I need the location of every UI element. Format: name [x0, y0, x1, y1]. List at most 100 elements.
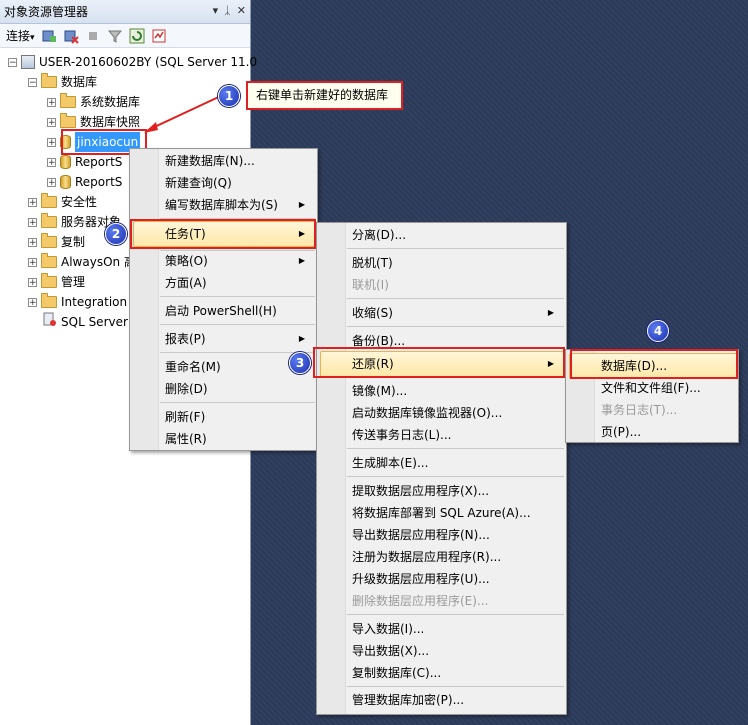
database-icon — [60, 175, 71, 189]
panel-toolbar: 连接▾ — [0, 24, 250, 48]
dropdown-icon[interactable]: ▾ — [213, 4, 219, 17]
sql-agent-icon — [41, 311, 57, 333]
connect-server-icon[interactable] — [41, 28, 57, 44]
highlight-restore-database — [570, 349, 738, 379]
close-icon[interactable]: ✕ — [237, 4, 246, 17]
tree-label: 安全性 — [61, 195, 98, 209]
menu-item-properties[interactable]: 属性(R) — [165, 428, 207, 450]
tree-node-security[interactable]: + 安全性 — [28, 192, 97, 212]
context-menu-database: 新建数据库(N)... 新建查询(Q) 编写数据库脚本为(S) ▶ 任务(T) ▶ … — [129, 148, 318, 451]
menu-item-mirror[interactable]: 镜像(M)... — [352, 380, 407, 402]
menu-item-facets[interactable]: 方面(A) — [165, 272, 207, 294]
expand-icon[interactable]: + — [28, 297, 37, 307]
menu-item-new-database[interactable]: 新建数据库(N)... — [165, 150, 255, 172]
server-label: USER-20160602BY (SQL Server 11.0 — [39, 55, 258, 69]
folder-icon — [41, 193, 57, 208]
menu-item-restore-page[interactable]: 页(P)... — [601, 421, 641, 443]
menu-item-log-shipping[interactable]: 传送事务日志(L)... — [352, 424, 452, 446]
menu-label: 编写数据库脚本为(S) — [165, 198, 278, 212]
server-icon — [21, 55, 35, 69]
expand-icon[interactable]: + — [28, 237, 37, 247]
menu-item-import-data[interactable]: 导入数据(I)... — [352, 618, 424, 640]
expand-icon[interactable]: + — [28, 217, 37, 227]
menu-item-detach[interactable]: 分离(D)... — [352, 224, 406, 246]
stop-icon[interactable] — [85, 28, 101, 44]
collapse-icon[interactable]: − — [28, 77, 37, 87]
pin-icon[interactable]: ᛣ — [224, 4, 231, 17]
connect-label: 连接 — [6, 29, 31, 43]
tree-node-system-db[interactable]: + 系统数据库 — [47, 92, 140, 112]
callout-arrow — [144, 93, 226, 133]
menu-item-copy-database[interactable]: 复制数据库(C)... — [352, 662, 441, 684]
menu-item-export-data[interactable]: 导出数据(X)... — [352, 640, 429, 662]
expand-icon[interactable]: + — [28, 257, 37, 267]
tree-label: 系统数据库 — [80, 95, 141, 109]
submenu-arrow-icon: ▶ — [298, 256, 305, 265]
refresh-icon[interactable] — [129, 28, 145, 44]
menu-item-take-offline[interactable]: 脱机(T) — [352, 252, 393, 274]
menu-label: 收缩(S) — [352, 306, 393, 320]
expand-icon[interactable]: + — [28, 197, 37, 207]
activity-monitor-icon[interactable] — [151, 28, 167, 44]
tree-node-sql-agent[interactable]: SQL Server — [41, 312, 128, 332]
highlight-tasks — [130, 219, 316, 249]
expand-icon[interactable]: + — [47, 117, 56, 127]
database-icon — [60, 155, 71, 169]
folder-icon — [41, 213, 57, 228]
expand-icon[interactable]: + — [47, 157, 56, 167]
menu-item-manage-encryption[interactable]: 管理数据库加密(P)... — [352, 689, 464, 711]
panel-title: 对象资源管理器 — [4, 5, 89, 19]
menu-item-mirror-monitor[interactable]: 启动数据库镜像监视器(O)... — [352, 402, 502, 424]
step-badge-3: 3 — [289, 352, 311, 374]
tree-node-server[interactable]: − USER-20160602BY (SQL Server 11.0 — [8, 52, 257, 72]
expand-icon[interactable]: + — [28, 277, 37, 287]
tree-label: 复制 — [61, 235, 86, 249]
tree-node-alwayson[interactable]: + AlwaysOn 高 — [28, 252, 136, 272]
expand-icon[interactable]: + — [47, 97, 56, 107]
menu-item-upgrade-dac[interactable]: 升级数据层应用程序(U)... — [352, 568, 490, 590]
menu-item-delete[interactable]: 删除(D) — [165, 378, 208, 400]
tree-node-integration[interactable]: + Integration — [28, 292, 127, 312]
disconnect-icon[interactable] — [63, 28, 79, 44]
callout-box: 右键单击新建好的数据库 — [246, 81, 403, 110]
panel-title-bar: 对象资源管理器 ▾ ᛣ ✕ — [0, 0, 250, 24]
menu-item-restore-files[interactable]: 文件和文件组(F)... — [601, 377, 701, 399]
context-menu-tasks: 分离(D)... 脱机(T) 联机(I) 收缩(S) ▶ 备份(B)... 还原(… — [316, 222, 567, 715]
menu-item-delete-dac: 删除数据层应用程序(E)... — [352, 594, 489, 608]
menu-item-generate-scripts[interactable]: 生成脚本(E)... — [352, 452, 428, 474]
folder-icon — [41, 273, 57, 288]
tree-node-replication[interactable]: + 复制 — [28, 232, 85, 252]
tree-label: 管理 — [61, 275, 86, 289]
menu-item-export-dac[interactable]: 导出数据层应用程序(N)... — [352, 524, 490, 546]
folder-icon — [41, 293, 57, 308]
tree-label: ReportS — [75, 155, 123, 169]
tree-node-report1[interactable]: + ReportS — [47, 152, 122, 172]
menu-item-register-dac[interactable]: 注册为数据层应用程序(R)... — [352, 546, 501, 568]
step-badge-4: 4 — [647, 320, 669, 342]
menu-label: 报表(P) — [165, 332, 206, 346]
menu-item-new-query[interactable]: 新建查询(Q) — [165, 172, 232, 194]
highlight-restore — [313, 347, 565, 378]
tree-node-report2[interactable]: + ReportS — [47, 172, 122, 192]
menu-item-refresh[interactable]: 刷新(F) — [165, 406, 205, 428]
menu-item-rename[interactable]: 重命名(M) — [165, 356, 221, 378]
tree-node-management[interactable]: + 管理 — [28, 272, 85, 292]
expand-icon[interactable]: + — [47, 137, 56, 147]
menu-item-restore-log: 事务日志(T)... — [601, 403, 678, 417]
menu-item-powershell[interactable]: 启动 PowerShell(H) — [165, 300, 277, 322]
menu-item-bring-online: 联机(I) — [352, 278, 389, 292]
tree-node-databases[interactable]: − 数据库 — [28, 72, 97, 92]
menu-item-deploy-azure[interactable]: 将数据库部署到 SQL Azure(A)... — [352, 502, 531, 524]
connect-button[interactable]: 连接▾ — [6, 27, 35, 44]
menu-item-shrink[interactable]: 收缩(S) ▶ — [352, 302, 564, 324]
menu-item-extract-dac[interactable]: 提取数据层应用程序(X)... — [352, 480, 489, 502]
menu-item-policies[interactable]: 策略(O) ▶ — [165, 250, 315, 272]
filter-icon[interactable] — [107, 28, 123, 44]
collapse-icon[interactable]: − — [8, 57, 17, 67]
menu-label: 策略(O) — [165, 254, 208, 268]
step-badge-1: 1 — [218, 85, 240, 107]
menu-item-reports[interactable]: 报表(P) ▶ — [165, 328, 315, 350]
menu-item-script-database[interactable]: 编写数据库脚本为(S) ▶ — [165, 194, 315, 216]
tree-label: SQL Server — [61, 315, 128, 329]
expand-icon[interactable]: + — [47, 177, 56, 187]
